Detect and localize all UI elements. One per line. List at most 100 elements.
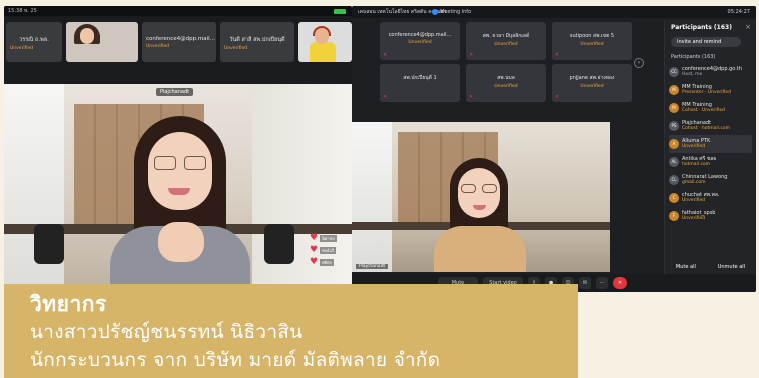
tile-status: Unverified [494,42,518,47]
participant-row[interactable]: M MM Training Presenter · Unverified [669,81,752,99]
glasses-icon [482,184,497,193]
tile-name: วรรณิ ถ.พล. [19,37,49,43]
participants-section-header[interactable]: Participants (163) [665,51,756,63]
tile-name: วันดี สาลี สพ.ปกเปียนุดี [229,37,285,43]
next-page-icon[interactable]: › [634,58,644,68]
glasses-icon [184,156,206,170]
participant-role: Cohost · hotmail.com [682,126,730,131]
tile-name: สพ. ธวลา มีบุลลิกเลด์ [482,33,530,39]
reaction-name: พงษ์นรี [320,247,337,254]
glasses-icon [461,184,476,193]
meeting-timer: 05:24:27 [727,9,750,15]
avatar: M [669,103,679,113]
heart-icon: ♥ [310,233,319,243]
info-icon[interactable] [432,9,438,15]
tile-status: Unverified [580,42,604,47]
tile-status: Unverified [10,46,34,51]
heart-icon: ♥ [310,245,319,255]
screenshot-stage: 15:38 พ. 25 วรรณิ ถ.พล. Unverified confe… [0,0,759,378]
participant-face [315,28,329,44]
participant-video-tile[interactable] [66,22,138,62]
panel-footer: Mute all Unmute all [665,264,756,270]
speaker-video: Piajchanadt ♥ นิศาชล ♥ พงษ์นรี ♥ ศศิตร [4,84,352,292]
participant-row[interactable]: M MM Training Cohost · Unverified [669,99,752,117]
participant-video-tile[interactable] [298,22,352,62]
reaction-name: นิศาชล [320,235,337,242]
avatar: A [669,139,679,149]
avatar: C [669,193,679,203]
chat-icon[interactable]: ✉ [579,277,591,289]
reaction-item: ♥ ศศิตร [310,258,350,267]
participant-row[interactable]: A Alluma PTK Unverified [669,135,752,153]
speaker-name-label: Piajchanadt [356,264,389,269]
speaker-hands [158,222,204,262]
mic-off-icon: ✕ [555,52,560,58]
avatar: F [669,211,679,221]
tablet-status-bar: 15:38 พ. 25 [4,6,352,16]
tile-name: pnjjane สพ.อ่างทอง [569,75,615,81]
participant-row[interactable]: PS Piajchanadt Cohost · hotmail.com [669,117,752,135]
unmute-all-button[interactable]: Unmute all [718,264,745,270]
speaker-face [458,168,500,218]
caption-title: วิทยากร [30,292,107,316]
avatar: PS [669,121,679,131]
mic-off-icon: ✕ [469,52,474,58]
window-titlebar: เคมสอน เทคโนโลยีไทย คริสตัน ความฮา Meeti… [352,6,756,18]
end-call-button[interactable]: ✕ [613,277,627,289]
tile-name: conference4@dpp.mail... [388,32,452,38]
tile-name: สพ.นบล [497,75,515,81]
avatar: AL [669,157,679,167]
participant-tile[interactable]: sutipoon สพ.เขต 5 Unverified ✕ [552,22,632,60]
participant-tile[interactable]: วันดี สาลี สพ.ปกเปียนุดี Unverified [220,22,294,62]
participant-row[interactable]: CL Chinnarat Lawong gmail.com [669,171,752,189]
reaction-item: ♥ พงษ์นรี [310,246,350,255]
panel-title: Participants (163) [671,24,732,31]
participant-row[interactable]: AL Antika ศรี ชลธ hotmail.com [669,153,752,171]
participant-role: gmail.com [682,180,706,185]
room-window [352,122,392,272]
tile-name: sutipoon สพ.เขต 5 [569,33,615,39]
close-icon[interactable]: × [745,23,751,31]
participant-role: Unverified [682,198,706,203]
participants-panel: Participants (163) × Invite and remind P… [664,20,756,274]
participant-row[interactable]: F fathaiot_spsb Unverified [669,207,752,225]
avatar: M [669,85,679,95]
participants-list: CC conference4@dpp.go.th Host, me M MM Tr… [665,63,756,225]
avatar: CC [669,67,679,77]
participant-row[interactable]: CC conference4@dpp.go.th Host, me [669,63,752,81]
mic-off-icon: ✕ [383,94,388,100]
invite-button[interactable]: Invite and remind [671,37,741,47]
participant-role: Presenter · Unverified [682,90,731,95]
participant-tile[interactable]: conference4@dpp.mail... Unverified [142,22,216,62]
battery-icon [334,9,346,14]
reactions-list: ♥ นิศาชล ♥ พงษ์นรี ♥ ศศิตร [310,234,350,270]
participant-tile[interactable]: สพ.นบล Unverified ✕ [466,64,546,102]
glasses-icon [154,156,176,170]
speaker-video: Piajchanadt [352,122,610,272]
speaker-name-label: Piajchanadt [156,88,194,96]
participant-face [80,28,94,44]
participant-tile[interactable]: pnjjane สพ.อ่างทอง Unverified ✕ [552,64,632,102]
tile-status: Unverified [224,46,248,51]
participant-role: Host, me [682,72,703,77]
tile-status: Unverified [146,44,170,49]
mute-all-button[interactable]: Mute all [676,264,696,270]
tile-status: Unverified [580,84,604,89]
mic-off-icon: ✕ [555,94,560,100]
speaker-face [148,132,212,210]
meeting-info-button[interactable]: Meeting info [440,6,471,18]
participant-tile[interactable]: วรรณิ ถ.พล. Unverified [6,22,62,62]
tile-name: สพ.ปกเปียนุดี 1 [403,75,437,81]
speaker-body [434,226,526,272]
speaker-person [424,156,534,272]
participant-tile[interactable]: conference4@dpp.mail... Unverified ✕ [380,22,460,60]
participant-row[interactable]: C chuchat สพ.พล. Unverified [669,189,752,207]
participant-tile[interactable]: สพ.ปกเปียนุดี 1 ✕ [380,64,460,102]
room-chair [264,224,294,264]
participant-tile[interactable]: สพ. ธวลา มีบุลลิกเลด์ Unverified ✕ [466,22,546,60]
mic-off-icon: ✕ [383,52,388,58]
more-icon[interactable]: ··· [596,277,608,289]
speaker-caption: วิทยากร นางสาวปรัชญ์ชนรรทน์ นิธิวาสิน นั… [4,284,578,378]
participant-body [310,42,336,62]
participant-role: Unverified [682,144,706,149]
